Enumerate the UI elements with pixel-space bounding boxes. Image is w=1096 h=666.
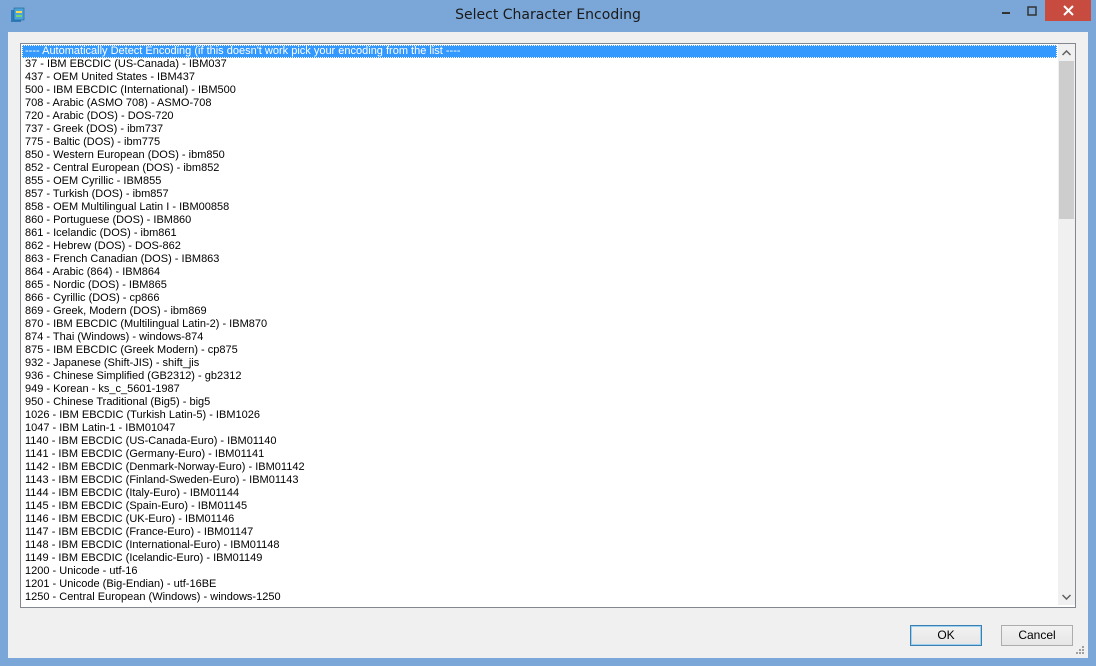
chevron-down-icon: [1062, 593, 1071, 600]
list-item[interactable]: 863 - French Canadian (DOS) - IBM863: [22, 253, 1057, 266]
ok-button[interactable]: OK: [910, 625, 982, 646]
list-item[interactable]: 864 - Arabic (864) - IBM864: [22, 266, 1057, 279]
list-item[interactable]: 1148 - IBM EBCDIC (International-Euro) -…: [22, 539, 1057, 552]
list-item[interactable]: 866 - Cyrillic (DOS) - cp866: [22, 292, 1057, 305]
list-item[interactable]: 852 - Central European (DOS) - ibm852: [22, 162, 1057, 175]
list-item[interactable]: 437 - OEM United States - IBM437: [22, 71, 1057, 84]
minimize-button[interactable]: [993, 0, 1019, 21]
list-item[interactable]: 1149 - IBM EBCDIC (Icelandic-Euro) - IBM…: [22, 552, 1057, 565]
dialog-client-area: ---- Automatically Detect Encoding (if t…: [8, 32, 1088, 658]
list-item[interactable]: 37 - IBM EBCDIC (US-Canada) - IBM037: [22, 58, 1057, 71]
title-bar[interactable]: Select Character Encoding: [0, 0, 1096, 32]
list-item[interactable]: 857 - Turkish (DOS) - ibm857: [22, 188, 1057, 201]
list-item[interactable]: 500 - IBM EBCDIC (International) - IBM50…: [22, 84, 1057, 97]
list-item[interactable]: 949 - Korean - ks_c_5601-1987: [22, 383, 1057, 396]
list-item[interactable]: 950 - Chinese Traditional (Big5) - big5: [22, 396, 1057, 409]
scroll-up-button[interactable]: [1058, 44, 1075, 61]
encoding-listbox[interactable]: ---- Automatically Detect Encoding (if t…: [20, 43, 1076, 608]
list-item[interactable]: 936 - Chinese Simplified (GB2312) - gb23…: [22, 370, 1057, 383]
list-item[interactable]: 1145 - IBM EBCDIC (Spain-Euro) - IBM0114…: [22, 500, 1057, 513]
list-item[interactable]: 1047 - IBM Latin-1 - IBM01047: [22, 422, 1057, 435]
list-item[interactable]: 860 - Portuguese (DOS) - IBM860: [22, 214, 1057, 227]
list-item[interactable]: 861 - Icelandic (DOS) - ibm861: [22, 227, 1057, 240]
list-item[interactable]: ---- Automatically Detect Encoding (if t…: [22, 45, 1057, 58]
list-item[interactable]: 869 - Greek, Modern (DOS) - ibm869: [22, 305, 1057, 318]
list-item[interactable]: 1201 - Unicode (Big-Endian) - utf-16BE: [22, 578, 1057, 591]
list-item[interactable]: 1144 - IBM EBCDIC (Italy-Euro) - IBM0114…: [22, 487, 1057, 500]
scrollbar-thumb[interactable]: [1059, 61, 1074, 219]
chevron-up-icon: [1062, 49, 1071, 56]
resize-grip-icon[interactable]: [1074, 644, 1084, 654]
list-item[interactable]: 1141 - IBM EBCDIC (Germany-Euro) - IBM01…: [22, 448, 1057, 461]
encoding-list[interactable]: ---- Automatically Detect Encoding (if t…: [22, 45, 1057, 606]
window-title: Select Character Encoding: [455, 7, 641, 23]
list-item[interactable]: 1143 - IBM EBCDIC (Finland-Sweden-Euro) …: [22, 474, 1057, 487]
list-item[interactable]: 1250 - Central European (Windows) - wind…: [22, 591, 1057, 604]
list-item[interactable]: 870 - IBM EBCDIC (Multilingual Latin-2) …: [22, 318, 1057, 331]
vertical-scrollbar[interactable]: [1058, 44, 1075, 605]
list-item[interactable]: 874 - Thai (Windows) - windows-874: [22, 331, 1057, 344]
list-item[interactable]: 855 - OEM Cyrillic - IBM855: [22, 175, 1057, 188]
minimize-icon: [1002, 11, 1010, 14]
list-item[interactable]: 1142 - IBM EBCDIC (Denmark-Norway-Euro) …: [22, 461, 1057, 474]
list-item[interactable]: 932 - Japanese (Shift-JIS) - shift_jis: [22, 357, 1057, 370]
list-item[interactable]: 850 - Western European (DOS) - ibm850: [22, 149, 1057, 162]
list-item[interactable]: 737 - Greek (DOS) - ibm737: [22, 123, 1057, 136]
list-item[interactable]: 858 - OEM Multilingual Latin I - IBM0085…: [22, 201, 1057, 214]
list-item[interactable]: 862 - Hebrew (DOS) - DOS-862: [22, 240, 1057, 253]
dialog-window: Select Character Encoding ---- Automatic…: [0, 0, 1096, 666]
list-item[interactable]: 1200 - Unicode - utf-16: [22, 565, 1057, 578]
cancel-button[interactable]: Cancel: [1001, 625, 1073, 646]
list-item[interactable]: 775 - Baltic (DOS) - ibm775: [22, 136, 1057, 149]
close-button[interactable]: [1045, 0, 1091, 21]
maximize-icon: [1027, 5, 1037, 16]
list-item[interactable]: 875 - IBM EBCDIC (Greek Modern) - cp875: [22, 344, 1057, 357]
list-item[interactable]: 865 - Nordic (DOS) - IBM865: [22, 279, 1057, 292]
close-icon: [1062, 5, 1074, 16]
list-item[interactable]: 720 - Arabic (DOS) - DOS-720: [22, 110, 1057, 123]
maximize-button[interactable]: [1019, 0, 1045, 21]
list-item[interactable]: 1026 - IBM EBCDIC (Turkish Latin-5) - IB…: [22, 409, 1057, 422]
list-item[interactable]: 708 - Arabic (ASMO 708) - ASMO-708: [22, 97, 1057, 110]
list-item[interactable]: 1147 - IBM EBCDIC (France-Euro) - IBM011…: [22, 526, 1057, 539]
scroll-down-button[interactable]: [1058, 588, 1075, 605]
list-item[interactable]: 1146 - IBM EBCDIC (UK-Euro) - IBM01146: [22, 513, 1057, 526]
list-item[interactable]: 1140 - IBM EBCDIC (US-Canada-Euro) - IBM…: [22, 435, 1057, 448]
